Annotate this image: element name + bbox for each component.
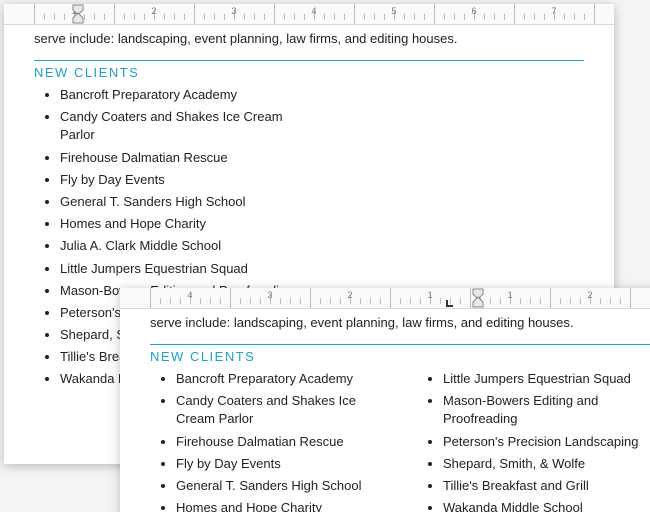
ruler-front[interactable]: 4 3 2 1 1 2	[120, 288, 650, 309]
ruler-label: 1	[507, 290, 512, 300]
list-item: General T. Sanders High School	[176, 477, 383, 495]
list-item: Homes and Hope Charity	[176, 499, 383, 512]
list-item: General T. Sanders High School	[60, 193, 300, 211]
list-item: Tillie's Breakfast and Grill	[443, 477, 650, 495]
list-item: Firehouse Dalmatian Rescue	[176, 433, 383, 451]
list-item: Bancroft Preparatory Academy	[60, 86, 300, 104]
list-item: Little Jumpers Equestrian Squad	[443, 370, 650, 388]
lead-text: serve include: landscaping, event planni…	[34, 31, 584, 46]
section-divider	[150, 344, 650, 345]
list-item: Homes and Hope Charity	[60, 215, 300, 233]
tab-stop-icon[interactable]	[446, 299, 454, 307]
document-front: 4 3 2 1 1 2 serve include: landscaping, event…	[120, 288, 650, 512]
list-item: Little Jumpers Equestrian Squad	[60, 260, 300, 278]
ruler-label: 4	[187, 290, 192, 300]
list-item: Julia A. Clark Middle School	[60, 237, 300, 255]
list-item: Candy Coaters and Shakes Ice Cream Parlo…	[60, 108, 300, 144]
ruler-label: 2	[151, 6, 156, 16]
list-item: Firehouse Dalmatian Rescue	[60, 149, 300, 167]
list-item: Candy Coaters and Shakes Ice Cream Parlo…	[176, 392, 383, 428]
section-divider	[34, 60, 584, 61]
section-heading: NEW CLIENTS	[150, 349, 650, 364]
ruler-label: 7	[551, 6, 556, 16]
list-item: Mason-Bowers Editing and Proofreading	[443, 392, 650, 428]
ruler-label: 6	[471, 6, 476, 16]
clients-list-col2: Little Jumpers Equestrian Squad Mason-Bow…	[417, 370, 650, 512]
list-item: Bancroft Preparatory Academy	[176, 370, 383, 388]
ruler-label: 1	[427, 290, 432, 300]
lead-text: serve include: landscaping, event planni…	[150, 315, 650, 330]
list-item: Peterson's Precision Landscaping	[443, 433, 650, 451]
clients-list-col1: Bancroft Preparatory Academy Candy Coater…	[150, 370, 383, 512]
ruler-label: 4	[311, 6, 316, 16]
list-item: Shepard, Smith, & Wolfe	[443, 455, 650, 473]
section-heading: NEW CLIENTS	[34, 65, 584, 80]
ruler-label: 2	[347, 290, 352, 300]
ruler-label: 5	[391, 6, 396, 16]
ruler-label: 3	[231, 6, 236, 16]
ruler-label: 2	[587, 290, 592, 300]
list-item: Fly by Day Events	[176, 455, 383, 473]
list-item: Fly by Day Events	[60, 171, 300, 189]
indent-marker-icon[interactable]	[472, 286, 484, 308]
list-item: Wakanda Middle School	[443, 499, 650, 512]
ruler-label: 3	[267, 290, 272, 300]
ruler-back[interactable]: 1234567	[4, 4, 614, 25]
indent-marker-icon[interactable]	[72, 2, 84, 24]
